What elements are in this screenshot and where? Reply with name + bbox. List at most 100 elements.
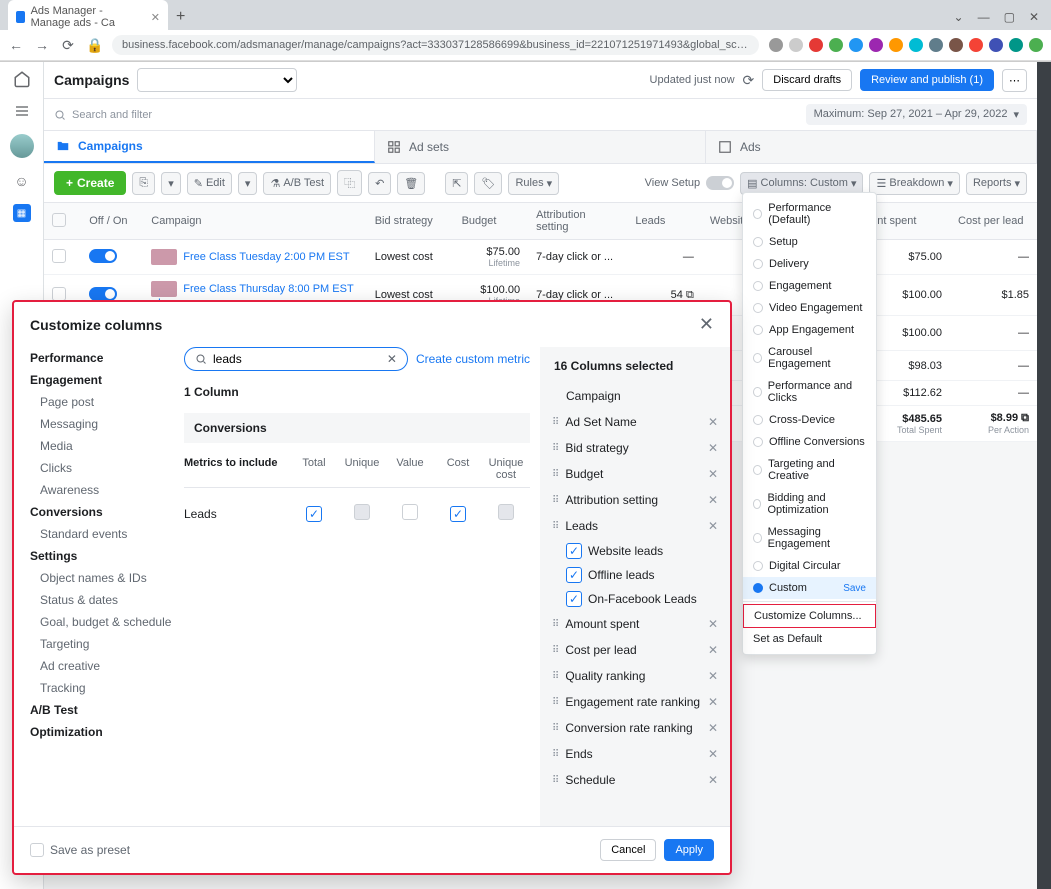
drag-handle-icon[interactable]: ⠿ bbox=[552, 697, 559, 708]
col-leads[interactable]: Leads bbox=[627, 203, 701, 240]
remove-column-icon[interactable]: ✕ bbox=[708, 467, 718, 481]
nav-forward-icon[interactable]: → bbox=[34, 37, 50, 53]
remove-column-icon[interactable]: ✕ bbox=[708, 643, 718, 657]
selected-column[interactable]: ⠿Ad Set Name✕ bbox=[548, 409, 722, 435]
save-preset-link[interactable]: Save bbox=[843, 583, 866, 594]
star-icon[interactable] bbox=[789, 38, 803, 52]
window-minimize-icon[interactable]: — bbox=[978, 10, 990, 24]
ext-icon[interactable] bbox=[829, 38, 843, 52]
undo-button[interactable]: ↶ bbox=[368, 172, 391, 195]
reports-button[interactable]: Reports▾ bbox=[966, 172, 1027, 195]
columns-preset[interactable]: Digital Circular bbox=[743, 555, 876, 577]
cat-tracking[interactable]: Tracking bbox=[30, 677, 174, 699]
cancel-button[interactable]: Cancel bbox=[600, 839, 656, 861]
date-range-picker[interactable]: Maximum: Sep 27, 2021 – Apr 29, 2022 ▾ bbox=[806, 104, 1027, 125]
remove-column-icon[interactable]: ✕ bbox=[708, 493, 718, 507]
leads-unique-checkbox[interactable] bbox=[354, 504, 370, 520]
ext-icon[interactable] bbox=[909, 38, 923, 52]
columns-preset[interactable]: Setup bbox=[743, 231, 876, 253]
selected-column[interactable]: ⠿Quality ranking✕ bbox=[548, 663, 722, 689]
customize-columns-action[interactable]: Customize Columns... bbox=[743, 604, 876, 628]
cat-engagement[interactable]: Engagement bbox=[30, 369, 174, 391]
cat-standard-events[interactable]: Standard events bbox=[30, 523, 174, 545]
tab-campaigns[interactable]: Campaigns bbox=[44, 131, 375, 163]
status-toggle[interactable] bbox=[89, 249, 117, 263]
cat-awareness[interactable]: Awareness bbox=[30, 479, 174, 501]
drag-handle-icon[interactable]: ⠿ bbox=[552, 749, 559, 760]
columns-preset[interactable]: Offline Conversions bbox=[743, 431, 876, 453]
col-cpl[interactable]: Cost per lead bbox=[950, 203, 1037, 240]
col-budget[interactable]: Budget bbox=[454, 203, 528, 240]
sub-checkbox[interactable]: ✓ bbox=[566, 591, 582, 607]
metric-search-input[interactable]: ✕ bbox=[184, 347, 408, 371]
cat-targeting[interactable]: Targeting bbox=[30, 633, 174, 655]
selected-column[interactable]: ⠿Conversion rate ranking✕ bbox=[548, 715, 722, 741]
cat-media[interactable]: Media bbox=[30, 435, 174, 457]
remove-column-icon[interactable]: ✕ bbox=[708, 773, 718, 787]
cat-conversions[interactable]: Conversions bbox=[30, 501, 174, 523]
calendar-icon[interactable]: ▦ bbox=[13, 204, 31, 222]
columns-preset[interactable]: Performance and Clicks bbox=[743, 375, 876, 409]
drag-handle-icon[interactable]: ⠿ bbox=[552, 645, 559, 656]
clear-search-icon[interactable]: ✕ bbox=[387, 352, 397, 366]
remove-column-icon[interactable]: ✕ bbox=[708, 519, 718, 533]
leads-cost-checkbox[interactable]: ✓ bbox=[450, 506, 466, 522]
tab-ads[interactable]: Ads bbox=[706, 131, 1037, 163]
cat-optimization[interactable]: Optimization bbox=[30, 721, 174, 743]
selected-column[interactable]: ⠿Ends✕ bbox=[548, 741, 722, 767]
leads-ucost-checkbox[interactable] bbox=[498, 504, 514, 520]
drag-handle-icon[interactable]: ⠿ bbox=[552, 775, 559, 786]
share-icon[interactable] bbox=[769, 38, 783, 52]
remove-column-icon[interactable]: ✕ bbox=[708, 669, 718, 683]
profile-avatar-icon[interactable] bbox=[1029, 38, 1043, 52]
tab-adsets[interactable]: Ad sets bbox=[375, 131, 706, 163]
abtest-button[interactable]: ⚗A/B Test bbox=[263, 172, 331, 195]
refresh-icon[interactable]: ⟳ bbox=[743, 72, 755, 89]
create-button[interactable]: +Create bbox=[54, 171, 126, 195]
nav-back-icon[interactable]: ← bbox=[8, 37, 24, 53]
drag-handle-icon[interactable]: ⠿ bbox=[552, 469, 559, 480]
campaign-link[interactable]: Free Class Tuesday 2:00 PM EST bbox=[183, 251, 349, 263]
drag-handle-icon[interactable]: ⠿ bbox=[552, 619, 559, 630]
create-custom-metric-link[interactable]: Create custom metric bbox=[416, 352, 530, 366]
selected-column[interactable]: ⠿Schedule✕ bbox=[548, 767, 722, 793]
columns-preset[interactable]: Video Engagement bbox=[743, 297, 876, 319]
cat-goal-budget[interactable]: Goal, budget & schedule bbox=[30, 611, 174, 633]
account-select[interactable] bbox=[137, 68, 297, 92]
window-maximize-icon[interactable]: ▢ bbox=[1004, 10, 1015, 24]
ext-icon[interactable] bbox=[949, 38, 963, 52]
remove-column-icon[interactable]: ✕ bbox=[708, 415, 718, 429]
ext-icon[interactable] bbox=[869, 38, 883, 52]
selected-column[interactable]: ⠿Leads✕ bbox=[548, 513, 722, 539]
search-filter-input[interactable]: Search and filter bbox=[54, 109, 798, 121]
leads-value-checkbox[interactable] bbox=[402, 504, 418, 520]
breakdown-button[interactable]: ☰Breakdown▾ bbox=[869, 172, 959, 195]
modal-close-icon[interactable]: ✕ bbox=[699, 314, 714, 335]
drag-handle-icon[interactable]: ⠿ bbox=[552, 521, 559, 532]
columns-preset[interactable]: Delivery bbox=[743, 253, 876, 275]
ext-icon[interactable] bbox=[969, 38, 983, 52]
selected-column[interactable]: Campaign bbox=[548, 383, 722, 409]
delete-button[interactable]: 🗑 bbox=[397, 172, 425, 195]
duplicate-button[interactable]: ⎘ bbox=[132, 172, 155, 195]
selected-column[interactable]: ⠿Budget✕ bbox=[548, 461, 722, 487]
drag-handle-icon[interactable]: ⠿ bbox=[552, 671, 559, 682]
export-button[interactable]: ⇱ bbox=[445, 172, 468, 195]
columns-preset[interactable]: Bidding and Optimization bbox=[743, 487, 876, 521]
metric-search-field[interactable] bbox=[213, 352, 381, 366]
home-icon[interactable] bbox=[13, 70, 31, 88]
view-setup-toggle[interactable] bbox=[706, 176, 734, 190]
leads-total-checkbox[interactable]: ✓ bbox=[306, 506, 322, 522]
remove-column-icon[interactable]: ✕ bbox=[708, 747, 718, 761]
save-preset-checkbox[interactable]: Save as preset bbox=[30, 843, 130, 857]
remove-column-icon[interactable]: ✕ bbox=[708, 441, 718, 455]
col-bid[interactable]: Bid strategy bbox=[367, 203, 454, 240]
cat-settings[interactable]: Settings bbox=[30, 545, 174, 567]
selected-sub-column[interactable]: ✓On-Facebook Leads bbox=[548, 587, 722, 611]
remove-column-icon[interactable]: ✕ bbox=[708, 617, 718, 631]
window-dropdown-icon[interactable]: ⌄ bbox=[954, 10, 964, 24]
window-close-icon[interactable]: ✕ bbox=[1029, 10, 1039, 24]
select-all-checkbox[interactable] bbox=[52, 213, 66, 227]
emoji-icon[interactable]: ☺ bbox=[13, 172, 31, 190]
ext-icon[interactable] bbox=[1009, 38, 1023, 52]
